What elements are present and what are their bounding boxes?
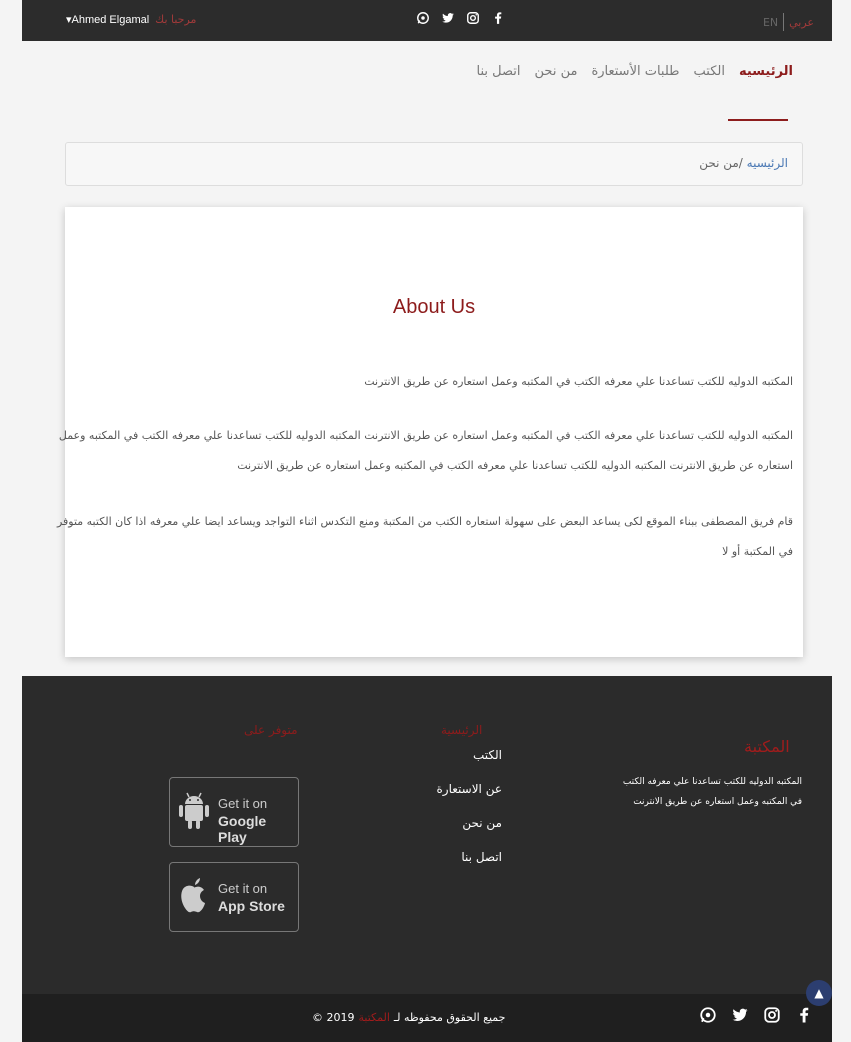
instagram-icon[interactable] [763,1006,781,1024]
about-title: About Us [392,296,476,318]
google-play-line2: Google Play [218,813,267,845]
footer-link-about[interactable]: من نحن [362,816,502,850]
breadcrumb-current: /من نحن [699,156,747,170]
active-nav-indicator [728,119,788,121]
copyright-library-name: المكتبة [358,1011,390,1024]
main-nav: الرئيسيه الكتب طلبات الأستعارة من نحن ات… [477,64,793,79]
nav-item-contact[interactable]: اتصل بنا [477,64,521,79]
top-bar: ▾Ahmed Elgamal مرحبا بك EN عربي [22,0,832,41]
footer-links: الكتب عن الاستعارة من نحن اتصل بنا [362,748,503,884]
footer: متوفر على Get it on Google Play Get it o… [22,676,832,994]
lang-en-link[interactable]: EN [763,16,778,29]
lang-ar-link[interactable]: عربي [789,16,814,29]
app-store-line2: App Store [218,898,285,914]
copyright-text: © 2019 المكتبة جميع الحقوق محفوظه لـ [312,1011,505,1024]
about-paragraph-2: المكتبه الدوليه للكتب تساعدنا علي معرفه … [58,429,793,472]
google-play-line1: Get it on [218,796,268,811]
android-icon [174,788,214,834]
footer-link-contact[interactable]: اتصل بنا [362,850,502,884]
apple-icon [174,873,214,919]
username[interactable]: ▾Ahmed Elgamal [66,13,149,26]
top-social-links [416,11,505,25]
footer-links-title: الرئيسية [441,723,483,737]
facebook-icon[interactable] [795,1006,813,1024]
bottom-social-links [699,1006,813,1024]
nav-item-borrow-requests[interactable]: طلبات الأستعارة [591,64,679,79]
available-on-title: متوفر على [244,723,298,737]
lang-divider [783,13,785,31]
footer-link-borrowing[interactable]: عن الاستعارة [362,782,503,816]
language-switcher: EN عربي [763,13,814,31]
facebook-icon[interactable] [491,11,505,25]
app-store-line1: Get it on [218,881,268,896]
about-paragraph-3: قام فريق المصطفى ببناء الموقع لكى يساعد … [56,515,793,558]
greeting-text: مرحبا بك [155,13,197,26]
footer-link-books[interactable]: الكتب [362,748,502,782]
footer-brand-description: المكتبه الدوليه للكتب تساعدنا علي معرفه … [622,777,802,807]
breadcrumb-home-link[interactable]: الرئيسيه [747,156,788,170]
copyright-year: © 2019 [312,1011,355,1024]
app-store-button[interactable]: Get it on App Store [169,862,299,932]
instagram-icon[interactable] [466,11,480,25]
nav-item-about[interactable]: من نحن [535,64,578,79]
whatsapp-icon[interactable] [416,11,430,25]
chevron-up-icon: ▲ [814,986,824,1000]
about-paragraph-1: المكتبه الدوليه للكتب تساعدنا علي معرفه … [364,375,793,388]
google-play-button[interactable]: Get it on Google Play [169,777,299,847]
twitter-icon[interactable] [731,1006,749,1024]
breadcrumb: الرئيسيه /من نحن [65,142,803,186]
scroll-to-top-button[interactable]: ▲ [806,980,832,1006]
whatsapp-icon[interactable] [699,1006,717,1024]
user-menu[interactable]: ▾Ahmed Elgamal مرحبا بك [66,13,196,26]
copyright-bar: © 2019 المكتبة جميع الحقوق محفوظه لـ [22,994,832,1042]
nav-item-books[interactable]: الكتب [694,64,725,79]
copyright-prefix: جميع الحقوق محفوظه لـ [393,1011,506,1024]
twitter-icon[interactable] [441,11,455,25]
nav-item-home[interactable]: الرئيسيه [739,64,793,79]
about-card: About Us المكتبه الدوليه للكتب تساعدنا ع… [57,207,803,657]
footer-brand-title: المكتبة [744,737,790,756]
